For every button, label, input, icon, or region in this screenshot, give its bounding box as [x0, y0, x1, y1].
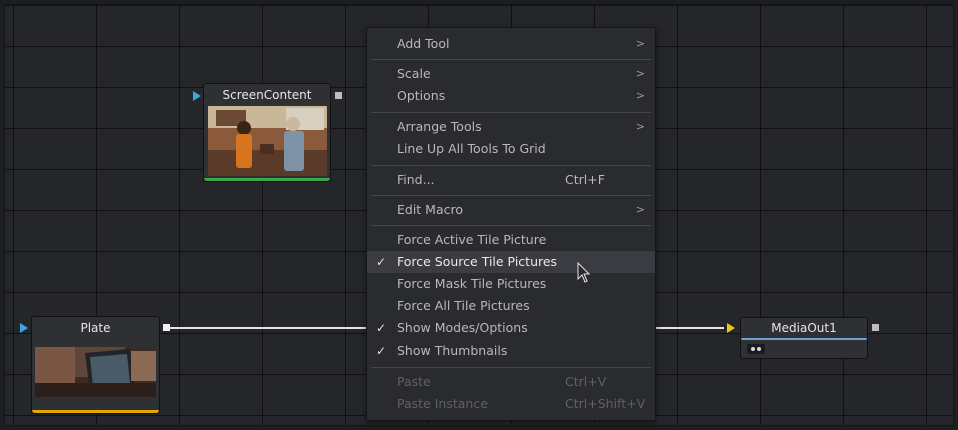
- submenu-arrow-icon: >: [635, 67, 645, 80]
- menu-item-force-mask-tile[interactable]: Force Mask Tile Pictures: [367, 273, 655, 295]
- menu-item-scale[interactable]: Scale >: [367, 63, 655, 85]
- menu-item-paste[interactable]: Paste Ctrl+V: [367, 371, 655, 393]
- menu-separator: [371, 112, 651, 113]
- node-title: Plate: [80, 321, 111, 335]
- screencontent-status-bar: [204, 178, 330, 181]
- submenu-arrow-icon: >: [635, 120, 645, 133]
- menu-item-find[interactable]: Find... Ctrl+F: [367, 169, 655, 191]
- view-dot-icon: [751, 347, 755, 351]
- menu-item-label: Find...: [397, 172, 435, 187]
- menu-item-label: Line Up All Tools To Grid: [397, 141, 546, 156]
- node-title: MediaOut1: [771, 321, 837, 335]
- menu-item-arrange-tools[interactable]: Arrange Tools >: [367, 116, 655, 138]
- menu-item-label: Paste Instance: [397, 396, 488, 411]
- node-mediaout1[interactable]: MediaOut1: [740, 317, 868, 359]
- menu-item-show-modes-options[interactable]: ✓ Show Modes/Options: [367, 317, 655, 339]
- menu-item-label: Force All Tile Pictures: [397, 298, 530, 313]
- plate-status-bar: [32, 410, 159, 413]
- view-dot-icon: [757, 347, 761, 351]
- menu-item-label: Scale: [397, 66, 431, 81]
- menu-item-shortcut: Ctrl+F: [565, 172, 605, 187]
- menu-item-label: Add Tool: [397, 36, 450, 51]
- menu-item-label: Arrange Tools: [397, 119, 482, 134]
- checkmark-icon: ✓: [376, 321, 387, 335]
- menu-separator: [371, 195, 651, 196]
- mediaout-status-bar: [741, 338, 867, 340]
- node-title: ScreenContent: [222, 88, 312, 102]
- checkmark-icon: ✓: [376, 255, 387, 269]
- menu-item-label: Paste: [397, 374, 431, 389]
- plate-thumbnail: [35, 347, 156, 397]
- plate-input-arrow-icon[interactable]: [20, 323, 28, 333]
- menu-item-shortcut: Ctrl+V: [565, 374, 607, 389]
- menu-item-label: Options: [397, 88, 446, 103]
- connection-plate-to-mediaout-right: [656, 327, 724, 329]
- menu-item-label: Force Source Tile Pictures: [397, 254, 558, 269]
- menu-item-force-source-tile[interactable]: ✓ Force Source Tile Pictures: [367, 251, 655, 273]
- node-screencontent[interactable]: ScreenContent: [203, 83, 331, 182]
- connection-plate-to-mediaout-left: [164, 327, 366, 329]
- mouse-cursor-icon: [577, 262, 591, 283]
- menu-item-force-active-tile[interactable]: Force Active Tile Picture: [367, 229, 655, 251]
- mediaout-input-arrow-icon[interactable]: [727, 323, 735, 333]
- screencontent-thumbnail: [208, 106, 327, 176]
- menu-item-edit-macro[interactable]: Edit Macro >: [367, 199, 655, 221]
- context-menu: Add Tool > Scale > Options > Arrange Too…: [366, 27, 656, 421]
- node-plate[interactable]: Plate: [31, 316, 160, 414]
- menu-item-shortcut: Ctrl+Shift+V: [565, 396, 646, 411]
- menu-separator: [371, 165, 651, 166]
- menu-item-label: Edit Macro: [397, 202, 464, 217]
- menu-item-options[interactable]: Options >: [367, 85, 655, 107]
- screencontent-input-arrow-icon[interactable]: [193, 91, 201, 101]
- submenu-arrow-icon: >: [635, 37, 645, 50]
- mediaout-view-indicator[interactable]: [747, 344, 765, 354]
- menu-item-show-thumbnails[interactable]: ✓ Show Thumbnails: [367, 340, 655, 362]
- mediaout-output-port[interactable]: [872, 324, 879, 331]
- menu-separator: [371, 367, 651, 368]
- submenu-arrow-icon: >: [635, 89, 645, 102]
- menu-item-paste-instance[interactable]: Paste Instance Ctrl+Shift+V: [367, 393, 655, 415]
- menu-item-label: Show Modes/Options: [397, 320, 528, 335]
- plate-output-port[interactable]: [163, 324, 170, 331]
- menu-item-force-all-tile[interactable]: Force All Tile Pictures: [367, 295, 655, 317]
- menu-separator: [371, 59, 651, 60]
- menu-item-line-up-tools[interactable]: Line Up All Tools To Grid: [367, 138, 655, 160]
- menu-item-add-tool[interactable]: Add Tool >: [367, 33, 655, 55]
- screencontent-output-port[interactable]: [335, 92, 342, 99]
- menu-item-label: Force Mask Tile Pictures: [397, 276, 547, 291]
- menu-separator: [371, 225, 651, 226]
- submenu-arrow-icon: >: [635, 203, 645, 216]
- checkmark-icon: ✓: [376, 344, 387, 358]
- menu-item-label: Force Active Tile Picture: [397, 232, 547, 247]
- menu-item-label: Show Thumbnails: [397, 343, 508, 358]
